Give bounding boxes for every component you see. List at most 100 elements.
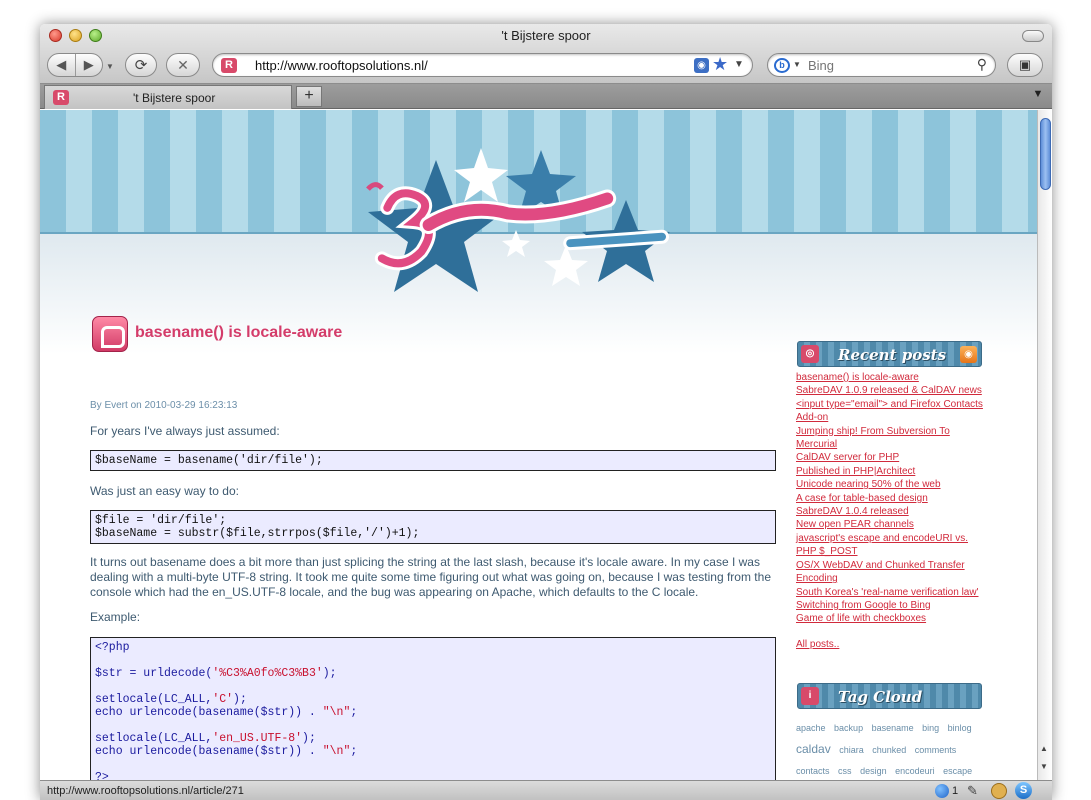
recent-post-link[interactable]: Jumping ship! From Subversion To Mercuri…: [796, 426, 950, 450]
reload-icon: ⟳: [134, 57, 148, 74]
stop-icon: ✕: [177, 56, 189, 73]
recent-post-link[interactable]: SabreDAV 1.0.9 released & CalDAV news: [796, 385, 982, 396]
tab-list-icon[interactable]: ▼: [1030, 88, 1046, 104]
status-count: 1: [952, 785, 959, 797]
recent-post-link[interactable]: CalDAV server for PHP: [796, 452, 899, 463]
tag-link[interactable]: apache: [796, 723, 826, 733]
recent-post-link[interactable]: javascript's escape and encodeURI vs. PH…: [796, 533, 968, 557]
browser-window: 't Bijstere spoor ◀ ▶ ▼ ⟳ ✕ R http://www…: [40, 24, 1052, 800]
code-line: $str = urldecode('%C3%A0fo%C3%B3');: [95, 667, 771, 680]
vertical-scrollbar[interactable]: ▲ ▼: [1037, 110, 1052, 780]
url-dropdown-icon[interactable]: ▼: [734, 59, 744, 70]
address-bar[interactable]: R http://www.rooftopsolutions.nl/ ◉ ★ ▼: [212, 53, 753, 77]
bookmark-star-icon[interactable]: ★: [712, 54, 728, 75]
tag-link[interactable]: css: [838, 766, 852, 776]
code-token: setlocale(LC_ALL,: [95, 732, 213, 745]
code-block-1: $baseName = basename('dir/file');: [90, 450, 776, 471]
downloads-tray-button[interactable]: ▣: [1007, 53, 1043, 77]
recent-post-link[interactable]: <input type="email"> and Firefox Contact…: [796, 399, 983, 423]
code-line: ?>: [95, 771, 109, 780]
code-token: setlocale(LC_ALL,: [95, 693, 213, 706]
tag-link[interactable]: contacts: [796, 766, 830, 776]
history-dropdown-icon[interactable]: ▼: [106, 62, 114, 71]
toolbar-toggle-button[interactable]: [1022, 30, 1044, 42]
tag-cloud-header: i Tag Cloud: [797, 683, 982, 709]
recent-post-link[interactable]: Published in PHP|Architect: [796, 466, 915, 477]
logo-star-white-icon: [454, 148, 508, 202]
list-item: javascript's escape and encodeURI vs. PH…: [796, 532, 991, 559]
code-block-2: $file = 'dir/file'; $baseName = substr($f…: [90, 510, 776, 544]
page-viewport: basename() is locale-aware By Evert on 2…: [40, 110, 1037, 780]
new-tab-button[interactable]: +: [296, 86, 322, 107]
recent-post-link[interactable]: SabreDAV 1.0.4 released: [796, 506, 909, 517]
post-avatar-icon: [92, 316, 128, 352]
back-forward-buttons: ◀ ▶: [47, 53, 103, 77]
search-icon[interactable]: ⚲: [977, 56, 987, 73]
code-string: '%C3%A0fo%C3%B3': [212, 667, 323, 680]
recent-post-link[interactable]: Unicode nearing 50% of the web: [796, 479, 941, 490]
list-item: basename() is locale-aware: [796, 371, 991, 384]
recent-post-link[interactable]: Game of life with checkboxes: [796, 613, 926, 624]
list-item: Game of life with checkboxes: [796, 612, 991, 625]
tag-link[interactable]: chunked: [872, 745, 906, 755]
list-item: A case for table-based design: [796, 492, 991, 505]
code-line: echo urlencode(basename($str)) . "\n";: [95, 745, 771, 758]
rss-feed-icon[interactable]: ◉: [694, 58, 709, 73]
recent-post-link[interactable]: OS/X WebDAV and Chunked Transfer Encodin…: [796, 560, 965, 584]
recent-post-link[interactable]: A case for table-based design: [796, 493, 928, 504]
tag-link[interactable]: comments: [915, 745, 957, 755]
code-line: setlocale(LC_ALL,'C');: [95, 693, 771, 706]
tag-link[interactable]: binlog: [948, 723, 972, 733]
code-blank: [95, 758, 771, 771]
code-blank: [95, 654, 771, 667]
forward-icon[interactable]: ▶: [75, 57, 102, 73]
recent-posts-title: Recent posts: [838, 346, 947, 364]
list-item: South Korea's 'real-name verification la…: [796, 586, 991, 599]
site-logo[interactable]: [336, 130, 696, 310]
tag-cloud: apache backup basename bing binlog calda…: [796, 718, 986, 780]
post-paragraph-1: For years I've always just assumed:: [90, 424, 280, 438]
code-blank: [95, 680, 771, 693]
recent-post-link[interactable]: basename() is locale-aware: [796, 372, 919, 383]
globe-icon[interactable]: [935, 784, 949, 798]
code-line: $file = 'dir/file';: [95, 514, 227, 527]
smiley-icon[interactable]: [991, 783, 1007, 799]
rss-icon[interactable]: ◉: [960, 346, 977, 363]
stop-button[interactable]: ✕: [166, 53, 200, 77]
code-line: $baseName = substr($file,strrpos($file,'…: [95, 527, 420, 540]
all-posts-link[interactable]: All posts..: [796, 639, 839, 650]
tag-link[interactable]: bing: [922, 723, 939, 733]
recent-post-link[interactable]: Switching from Google to Bing: [796, 600, 931, 611]
back-icon[interactable]: ◀: [48, 57, 75, 73]
skype-icon[interactable]: S: [1015, 782, 1032, 799]
tag-link[interactable]: backup: [834, 723, 863, 733]
tag-cloud-icon: i: [801, 687, 819, 705]
reload-button[interactable]: ⟳: [125, 53, 157, 77]
tag-link[interactable]: design: [860, 766, 887, 776]
tag-link[interactable]: encodeuri: [895, 766, 935, 776]
scroll-down-icon[interactable]: ▼: [1040, 762, 1048, 771]
tab-label: 't Bijstere spoor: [133, 91, 216, 105]
engine-dropdown-icon[interactable]: ▼: [793, 60, 801, 69]
tag-link[interactable]: chiara: [839, 745, 864, 755]
recent-post-link[interactable]: South Korea's 'real-name verification la…: [796, 587, 978, 598]
tag-link[interactable]: basename: [872, 723, 914, 733]
scroll-up-icon[interactable]: ▲: [1040, 744, 1048, 753]
post-title[interactable]: basename() is locale-aware: [135, 324, 342, 342]
recent-post-link[interactable]: New open PEAR channels: [796, 519, 914, 530]
code-token: ;: [350, 745, 358, 758]
scrollbar-thumb[interactable]: [1040, 118, 1051, 190]
tag-link[interactable]: caldav: [796, 742, 831, 756]
tag-link[interactable]: escape: [943, 766, 972, 776]
tool-icon[interactable]: ✎: [967, 783, 978, 799]
url-text[interactable]: http://www.rooftopsolutions.nl/: [255, 58, 428, 73]
logo-star-white-small-icon: [544, 245, 588, 286]
post-paragraph-2: Was just an easy way to do:: [90, 484, 239, 498]
code-token: );: [322, 667, 337, 680]
tag-cloud-title: Tag Cloud: [838, 688, 923, 706]
code-string: 'C': [212, 693, 234, 706]
code-string: "\n": [322, 745, 351, 758]
search-input[interactable]: [808, 58, 968, 73]
tab-current[interactable]: R 't Bijstere spoor: [44, 85, 292, 109]
bing-engine-icon[interactable]: b: [774, 58, 790, 73]
